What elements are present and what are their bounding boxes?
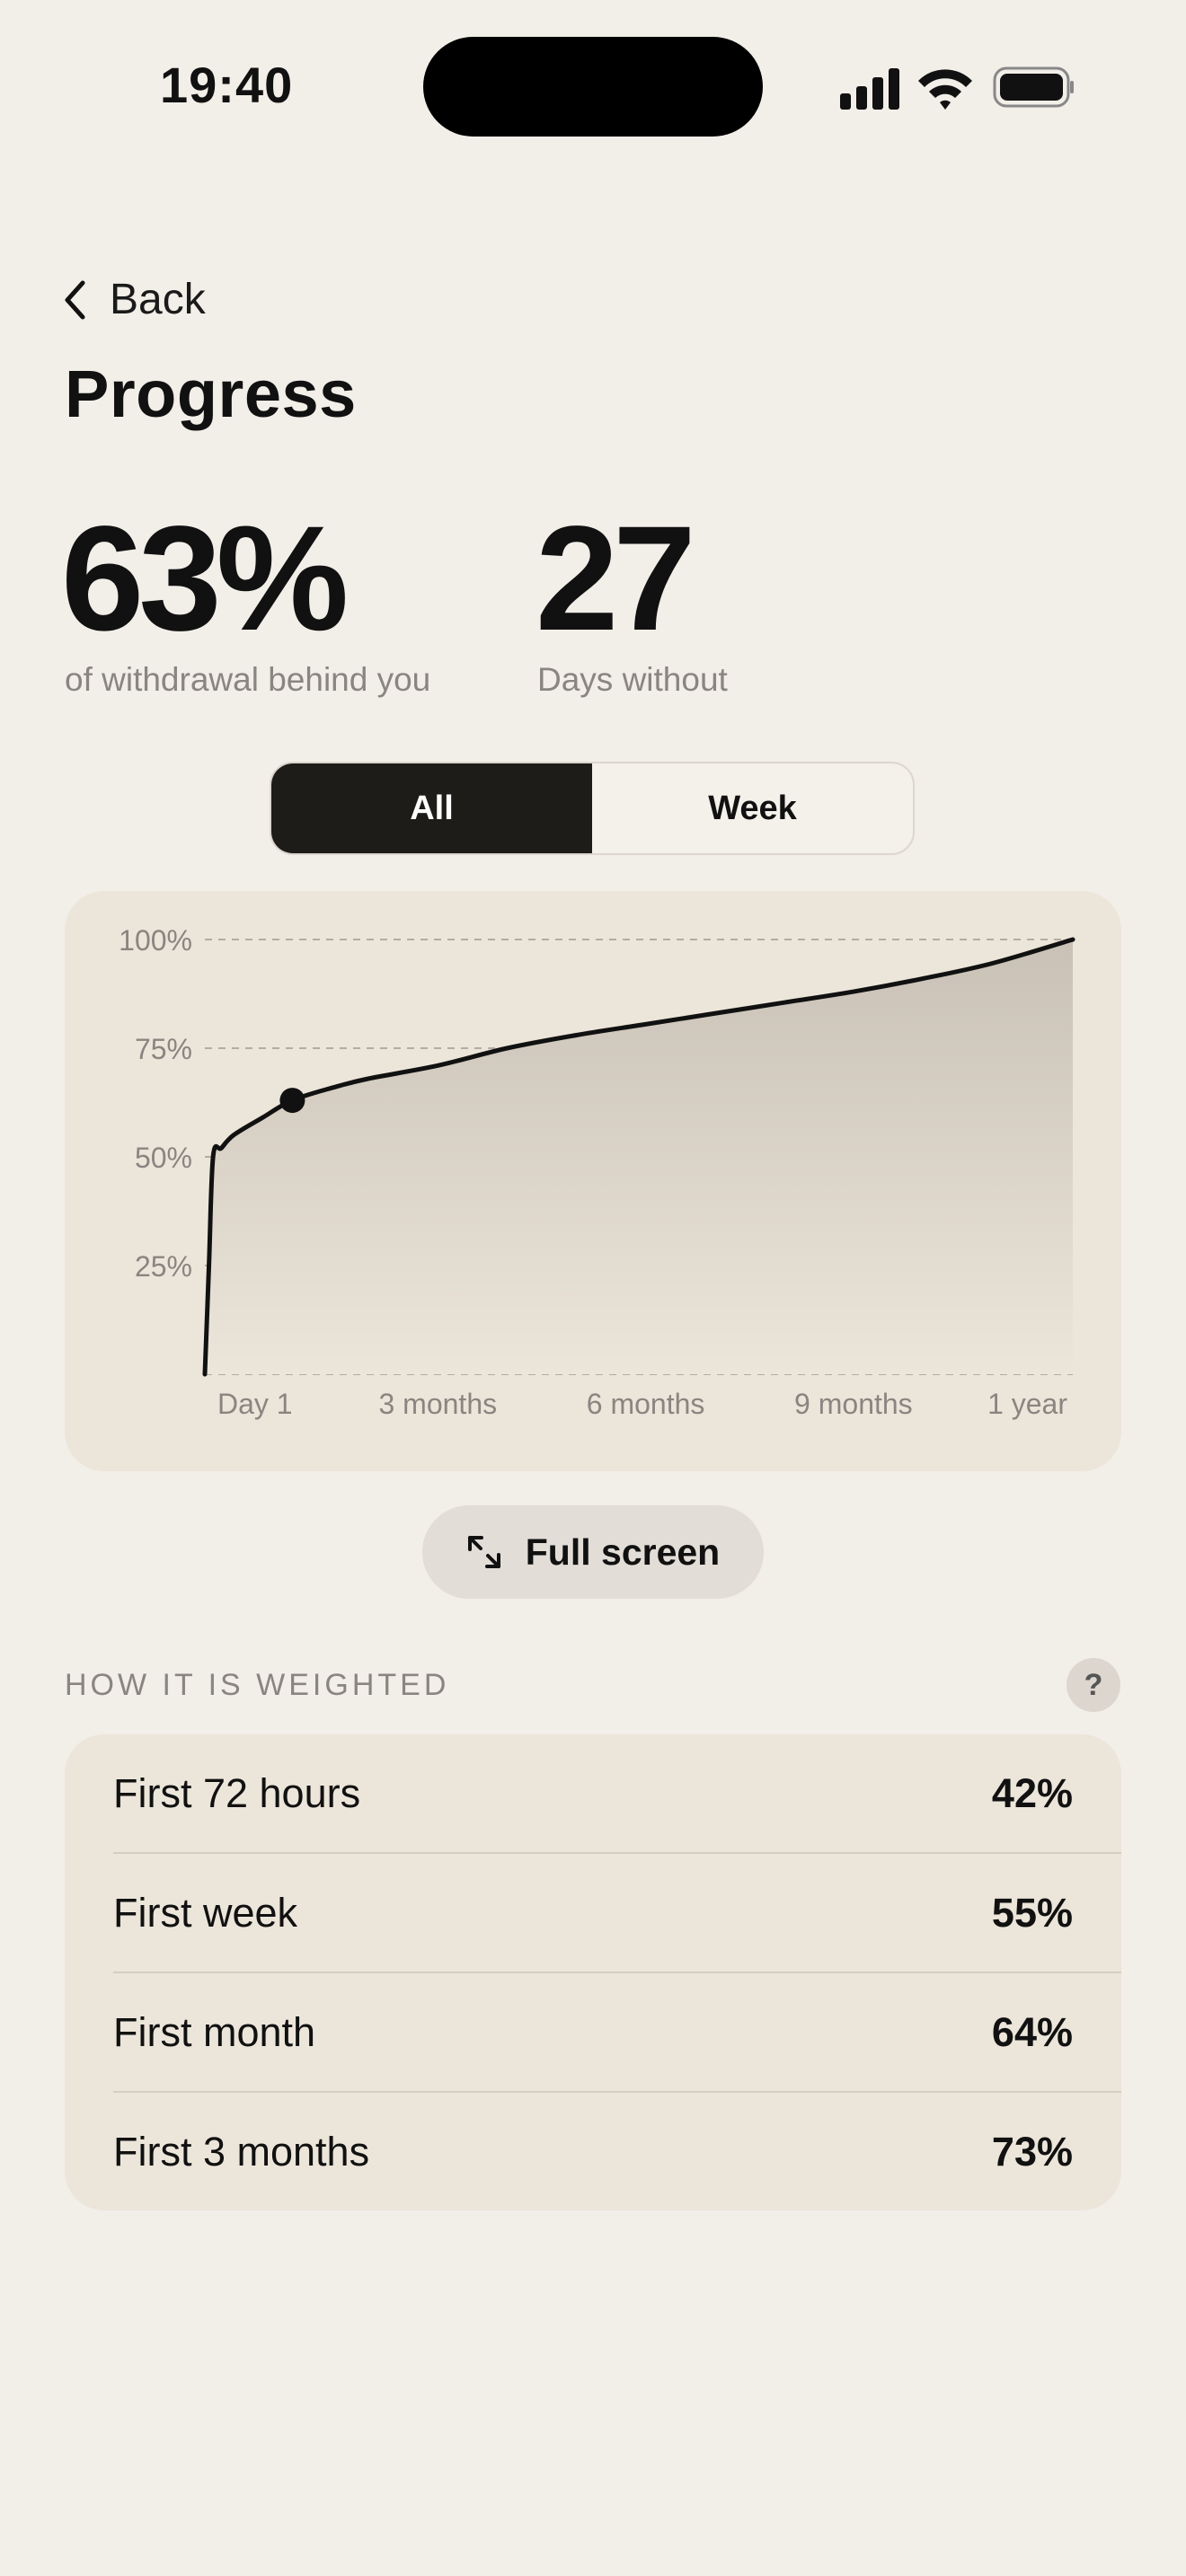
signal-icon xyxy=(840,68,899,110)
help-button[interactable]: ? xyxy=(1067,1658,1120,1712)
list-item: First 3 months 73% xyxy=(65,2093,1121,2210)
segment-week[interactable]: Week xyxy=(592,763,913,853)
list-item: First month 64% xyxy=(65,1973,1121,2092)
weighted-list: First 72 hours 42% First week 55% First … xyxy=(65,1734,1121,2210)
status-icons xyxy=(840,66,1074,110)
y-tick-label: 75% xyxy=(135,1033,192,1065)
row-label: First week xyxy=(113,1890,298,1936)
y-tick-label: 50% xyxy=(135,1142,192,1174)
current-point-marker xyxy=(279,1088,305,1114)
y-tick-label: 25% xyxy=(135,1250,192,1283)
row-label: First 3 months xyxy=(113,2129,370,2175)
back-button[interactable]: Back xyxy=(63,275,206,324)
segment-all[interactable]: All xyxy=(271,763,592,853)
days-without-label: Days without xyxy=(537,661,728,698)
row-value: 73% xyxy=(991,2129,1073,2175)
x-tick-label: Day 1 xyxy=(217,1388,293,1420)
range-segmented-control: All Week xyxy=(270,762,915,855)
expand-icon xyxy=(467,1536,500,1568)
row-value: 64% xyxy=(991,2009,1073,2055)
weighted-section-title: HOW IT IS WEIGHTED xyxy=(65,1668,450,1702)
battery-icon xyxy=(993,66,1074,108)
days-without-count: 27 xyxy=(535,496,696,662)
back-label: Back xyxy=(110,276,206,323)
row-value: 55% xyxy=(991,1890,1073,1936)
list-item: First 72 hours 42% xyxy=(65,1734,1121,1853)
chart-area xyxy=(205,940,1073,1374)
y-tick-label: 100% xyxy=(119,924,192,957)
row-label: First 72 hours xyxy=(113,1770,361,1816)
list-item: First week 55% xyxy=(65,1854,1121,1972)
chevron-left-icon xyxy=(65,280,85,319)
page-title: Progress xyxy=(65,357,357,431)
x-tick-label: 9 months xyxy=(794,1388,913,1420)
status-time: 19:40 xyxy=(160,57,294,113)
row-value: 42% xyxy=(991,1770,1073,1816)
wifi-icon xyxy=(918,69,972,110)
dynamic-island xyxy=(423,37,763,137)
progress-chart-card: 100% 75% 50% 25% Day 1 3 months 6 months 9 mont… xyxy=(65,891,1121,1471)
progress-chart: 100% 75% 50% 25% Day 1 3 months 6 months 9 mont… xyxy=(119,924,1075,1420)
withdrawal-percent: 63% xyxy=(61,496,349,662)
x-tick-label: 1 year xyxy=(987,1388,1067,1420)
row-label: First month xyxy=(113,2009,316,2055)
x-tick-label: 3 months xyxy=(378,1388,497,1420)
full-screen-button[interactable]: Full screen xyxy=(422,1505,764,1599)
x-tick-label: 6 months xyxy=(587,1388,705,1420)
withdrawal-label: of withdrawal behind you xyxy=(65,661,431,698)
full-screen-label: Full screen xyxy=(525,1531,721,1573)
